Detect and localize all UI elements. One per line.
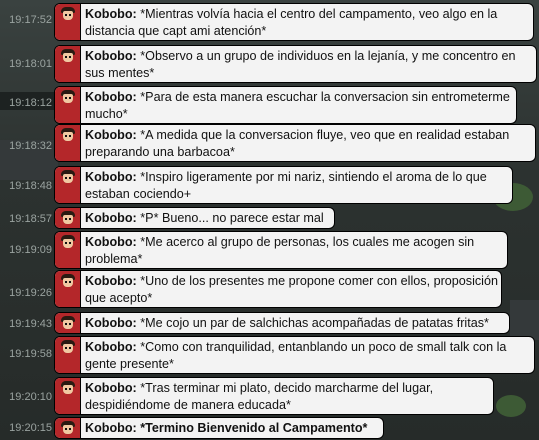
username[interactable]: Kobobo: [85,340,137,354]
message-text: mucho* [85,107,128,121]
message-text: *Observo a un grupo de individuos en la … [140,49,516,63]
avatar[interactable] [55,4,81,40]
message-text: *Mientras volvía hacia el centro del cam… [140,7,498,21]
user-head-icon [61,235,75,249]
user-head-icon [61,49,75,63]
user-head-icon [61,170,75,184]
chat-message[interactable]: Kobobo: *Observo a un grupo de individuo… [54,45,537,83]
message-text: *Uno de los presentes me propone comer c… [140,274,498,288]
chat-message[interactable]: Kobobo: *Inspiro ligeramente por mi nari… [54,166,513,204]
avatar[interactable] [55,208,81,228]
message-text: *Termino Bienvenido al Campamento* [140,421,368,435]
chat-message[interactable]: Kobobo: *Tras terminar mi plato, decido … [54,377,494,415]
user-head-icon [61,274,75,288]
message-text: *P* Bueno... no parece estar mal [140,211,324,225]
message-text: *Como con tranquilidad, entanblando un p… [140,340,507,354]
avatar[interactable] [55,125,81,161]
user-head-icon [61,316,75,330]
plant-decoration [496,395,526,417]
chat-message[interactable]: Kobobo: *Uno de los presentes me propone… [54,270,502,308]
chat-message[interactable]: Kobobo: *Me acerco al grupo de personas,… [54,231,508,269]
user-head-icon [61,128,75,142]
message-text: gente presente* [85,357,174,371]
username[interactable]: Kobobo: [85,170,137,184]
timestamp: 19:17:52 [9,14,52,26]
user-head-icon [61,7,75,21]
user-head-icon [61,421,75,435]
timestamp: 19:18:12 [9,97,52,109]
room-floor-tile [510,300,539,340]
timestamp: 19:20:10 [9,391,52,403]
avatar[interactable] [55,313,81,333]
message-text: sus mentes* [85,66,155,80]
avatar[interactable] [55,46,81,82]
avatar[interactable] [55,378,81,414]
message-text: despidiéndome de manera educada* [85,398,291,412]
message-text: *Tras terminar mi plato, decido marcharm… [140,381,434,395]
timestamp: 19:18:48 [9,180,52,192]
chat-message[interactable]: Kobobo: *A medida que la conversacion fl… [54,124,536,162]
avatar[interactable] [55,418,81,438]
message-text: estaban cociendo+ [85,187,192,201]
message-text: *Para de esta manera escuchar la convers… [140,90,510,104]
avatar[interactable] [55,271,81,307]
username[interactable]: Kobobo: [85,316,137,330]
timestamp: 19:20:15 [9,422,52,434]
user-head-icon [61,340,75,354]
message-text: que acepto* [85,291,153,305]
timestamp: 19:18:32 [9,140,52,152]
message-text: distancia que capt ami atención* [85,24,267,38]
message-text: *A medida que la conversacion fluye, veo… [140,128,510,142]
username[interactable]: Kobobo: [85,421,137,435]
username[interactable]: Kobobo: [85,274,137,288]
timestamp: 19:19:09 [9,244,52,256]
username[interactable]: Kobobo: [85,90,137,104]
message-text: *Inspiro ligeramente por mi nariz, sinti… [140,170,487,184]
timestamp: 19:19:26 [9,287,52,299]
avatar[interactable] [55,87,81,123]
timestamp: 19:19:43 [9,318,52,330]
chat-message[interactable]: Kobobo: *P* Bueno... no parece estar mal [54,207,335,229]
user-head-icon [61,211,75,225]
username[interactable]: Kobobo: [85,381,137,395]
timestamp: 19:18:57 [9,213,52,225]
chat-message[interactable]: Kobobo: *Me cojo un par de salchichas ac… [54,312,510,334]
message-text: *Me acerco al grupo de personas, los cua… [140,235,475,249]
chat-message[interactable]: Kobobo: *Termino Bienvenido al Campament… [54,417,384,439]
user-head-icon [61,381,75,395]
username[interactable]: Kobobo: [85,7,137,21]
message-text: *Me cojo un par de salchichas acompañada… [140,316,489,330]
avatar[interactable] [55,232,81,268]
message-text: problema* [85,252,143,266]
user-head-icon [61,90,75,104]
timestamp: 19:19:58 [9,348,52,360]
username[interactable]: Kobobo: [85,211,137,225]
chat-message[interactable]: Kobobo: *Como con tranquilidad, entanbla… [54,336,535,374]
message-text: preparando una barbacoa* [85,145,235,159]
username[interactable]: Kobobo: [85,128,137,142]
chat-message[interactable]: Kobobo: *Mientras volvía hacia el centro… [54,3,534,41]
avatar[interactable] [55,167,81,203]
chat-message[interactable]: Kobobo: *Para de esta manera escuchar la… [54,86,517,124]
username[interactable]: Kobobo: [85,235,137,249]
avatar[interactable] [55,337,81,373]
username[interactable]: Kobobo: [85,49,137,63]
timestamp: 19:18:01 [9,58,52,70]
